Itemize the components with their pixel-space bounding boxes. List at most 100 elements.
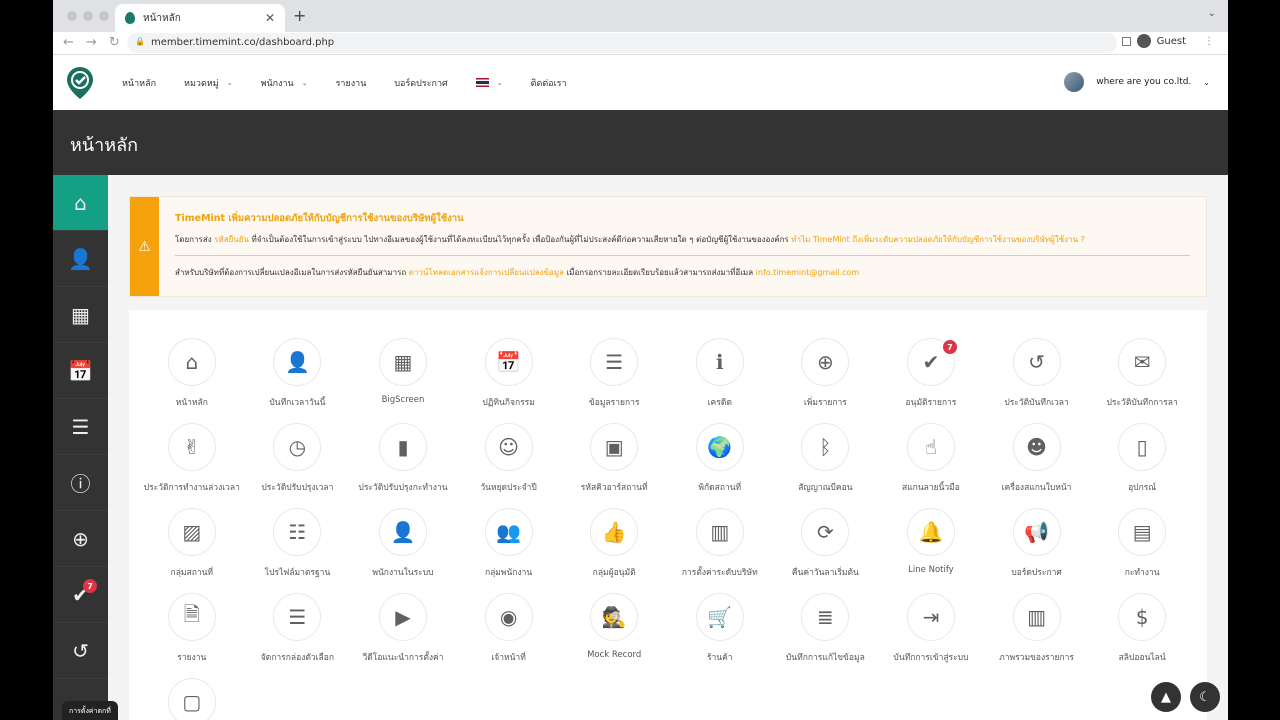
menu-tile[interactable]: ✔ 7 อนุมัติรายการ — [878, 338, 984, 409]
menu-tile[interactable]: ⊕ เพิ่มรายการ — [773, 338, 879, 409]
timemint-logo[interactable] — [66, 66, 94, 100]
menu-tile[interactable]: ☰ จัดการกล่องตัวเลือก — [245, 593, 351, 664]
browser-tab[interactable]: หน้าหลัก ✕ — [115, 4, 285, 32]
close-tab-icon[interactable]: ✕ — [265, 11, 275, 25]
menu-tile[interactable]: ▶ วีดีโอแนะนำการตั้งค่า — [350, 593, 456, 664]
menu-tile[interactable]: ℹ เครดิต — [667, 338, 773, 409]
nav-item[interactable]: หมวดหมู่ ⌄ — [184, 76, 233, 90]
tile-label: เจ้าหน้าที่ — [491, 653, 526, 663]
menu-tile[interactable]: ⇥ บันทึกการเข้าสู่ระบบ — [878, 593, 984, 664]
tile-icon-circle: 📅 — [484, 338, 533, 386]
tile-label: โปรไฟล์มาตรฐาน — [264, 568, 331, 578]
plus-circle-icon: ⊕ — [72, 526, 89, 551]
download-form-link[interactable]: ดาวน์โหลดเอกสารแจ้งการเปลี่ยนแปลงข้อมูล — [409, 268, 564, 277]
sidebar-item[interactable]: ✔ 7 — [53, 567, 108, 623]
tile-label: ประวัติบันทึกเวลา — [1004, 398, 1069, 408]
menu-icon[interactable]: ⋮ — [1204, 36, 1214, 47]
menu-tile[interactable]: 📢 บอร์ดประกาศ — [984, 508, 1090, 579]
menu-tile[interactable]: ✉ ประวัติบันทึกการลา — [1089, 338, 1195, 409]
menu-tile[interactable]: ◷ ประวัติปรับปรุงเวลา — [245, 423, 351, 494]
menu-tile[interactable]: ▥ การตั้งค่าระดับบริษัท — [667, 508, 773, 579]
reload-icon[interactable]: ↻ — [109, 35, 120, 50]
menu-tile[interactable]: ▢ — [139, 678, 245, 720]
notification-badge: 7 — [83, 579, 97, 593]
sidebar-item[interactable]: ⌂ — [53, 175, 108, 231]
profile-button[interactable]: Guest ⋮ — [1121, 34, 1214, 48]
sidebar-item[interactable]: ▦ — [53, 287, 108, 343]
menu-tile[interactable]: ⟳ คืนค่าวันลาเริ่มต้น — [773, 508, 879, 579]
menu-tile[interactable]: ✌ ประวัติการทำงานล่วงเวลา — [139, 423, 245, 494]
menu-tile[interactable]: 👥 กลุ่มพนักงาน — [456, 508, 562, 579]
menu-tile[interactable]: 👤 บันทึกเวลาวันนี้ — [245, 338, 351, 409]
menu-tile[interactable]: ᛒ สัญญาณบีคอน — [773, 423, 879, 494]
menu-tile[interactable]: ▯ อุปกรณ์ — [1089, 423, 1195, 494]
url-input[interactable]: member.timemint.co/dashboard.php — [127, 33, 1117, 53]
menu-tile[interactable]: 👤 พนักงานในระบบ — [350, 508, 456, 579]
window-controls[interactable] — [67, 11, 109, 21]
menu-tile[interactable]: ▦ BigScreen — [350, 338, 456, 409]
scroll-top-button[interactable]: ▲ — [1151, 682, 1181, 712]
menu-tile[interactable]: ▥ ภาพรวมของรายการ — [984, 593, 1090, 664]
why-link[interactable]: ทำไม TimeMint ถึงเพิ่มระดับความปลอดภัยให… — [791, 235, 1085, 244]
sidebar-item[interactable]: 📅 — [53, 343, 108, 399]
menu-tile[interactable]: ↺ ประวัติบันทึกเวลา — [984, 338, 1090, 409]
menu-tile[interactable]: 📅 ปฏิทินกิจกรรม — [456, 338, 562, 409]
tile-icon-circle: ✌ — [167, 423, 216, 471]
menu-tile[interactable]: ☻ เครื่องสแกนใบหน้า — [984, 423, 1090, 494]
sidebar-item[interactable]: 👤 — [53, 231, 108, 287]
tile-icon-circle: ▥ — [1012, 593, 1061, 641]
tile-label: BigScreen — [381, 395, 425, 405]
nav-item[interactable]: รายงาน — [336, 76, 367, 90]
sidebar-item[interactable]: ☰ — [53, 399, 108, 455]
globe-icon: 🌍 — [707, 435, 733, 459]
menu-tile[interactable]: 👍 กลุ่มผู้อนุมัติ — [561, 508, 667, 579]
menu-tile[interactable]: ☺ วันหยุดประจำปี — [456, 423, 562, 494]
menu-tile[interactable]: 🔔 Line Notify — [878, 508, 984, 579]
menu-tile[interactable]: ≣ บันทึกการแก้ไขข้อมูล — [773, 593, 879, 664]
sidebar-item[interactable]: ↺ — [53, 623, 108, 679]
nav-item[interactable]: หน้าหลัก — [122, 76, 156, 90]
menu-tile[interactable]: 🛒 ร้านค้า — [667, 593, 773, 664]
menu-tile[interactable]: ▣ รหัสคิวอาร์สถานที่ — [561, 423, 667, 494]
menu-tile[interactable]: 🗎 รายงาน — [139, 593, 245, 664]
tab-search-icon[interactable]: ⌄ — [1208, 8, 1216, 19]
back-icon[interactable]: ← — [63, 35, 74, 50]
menu-tile[interactable]: ▤ กะทำงาน — [1089, 508, 1195, 579]
menu-tile[interactable]: ▮ ประวัติปรับปรุงกะทำงาน — [350, 423, 456, 494]
tile-label: ร้านค้า — [706, 653, 733, 663]
chevron-down-icon: ⌄ — [1203, 77, 1210, 87]
menu-tile[interactable]: ☰ ข้อมูลรายการ — [561, 338, 667, 409]
user-icon: 👤 — [390, 520, 416, 544]
menu-tile[interactable]: ◉ เจ้าหน้าที่ — [456, 593, 562, 664]
sidebar-item[interactable]: ⊕ — [53, 511, 108, 567]
menu-tile[interactable]: 🕵 Mock Record — [561, 593, 667, 664]
file-invoice-dollar-icon: $ — [1135, 605, 1149, 629]
new-tab-button[interactable]: + — [293, 6, 306, 25]
tile-icon-circle: ⌂ — [167, 338, 216, 386]
tile-icon-circle: 🛒 — [695, 593, 744, 641]
top-navbar: หน้าหลัก หมวดหมู่ ⌄ พนักงาน ⌄ รายงาน บอร์ดประก… — [53, 55, 1228, 110]
alert-highlight: รหัสยืนยัน — [214, 235, 249, 244]
tile-icon-circle: ▦ — [378, 338, 427, 386]
sidebar-toggle-icon[interactable] — [1121, 36, 1131, 46]
tile-label: บันทึกการแก้ไขข้อมูล — [785, 653, 865, 663]
sidebar-item[interactable]: ⓘ — [53, 455, 108, 511]
menu-tile[interactable]: ☝ สแกนลายนิ้วมือ — [878, 423, 984, 494]
profile-icon — [1136, 34, 1151, 48]
menu-tile[interactable]: ▨ กลุ่มสถานที่ — [139, 508, 245, 579]
menu-tile[interactable]: ☷ โปรไฟล์มาตรฐาน — [245, 508, 351, 579]
nav-item[interactable]: ติดต่อเรา — [531, 76, 567, 90]
menu-tile[interactable]: ⌂ หน้าหลัก — [139, 338, 245, 409]
nav-item[interactable]: บอร์ดประกาศ — [394, 76, 447, 90]
nav-item[interactable]: พนักงาน ⌄ — [261, 76, 308, 90]
nav-item[interactable]: ⌄ — [475, 78, 503, 87]
menu-tile[interactable]: $ สลิปออนไลน์ — [1089, 593, 1195, 664]
menu-tile[interactable]: 🌍 พิกัดสถานที่ — [667, 423, 773, 494]
forward-icon[interactable]: → — [86, 35, 97, 50]
dark-mode-toggle[interactable]: ☾ — [1190, 682, 1220, 712]
company-menu[interactable]: where are you co.ltd. ⌄ — [1064, 72, 1210, 92]
email-link[interactable]: info.timemint@gmail.com — [756, 268, 860, 277]
tile-label: จัดการกล่องตัวเลือก — [260, 653, 335, 663]
hand-pointer-icon: ☝ — [924, 435, 938, 459]
mobile-icon: ▯ — [1136, 435, 1148, 459]
